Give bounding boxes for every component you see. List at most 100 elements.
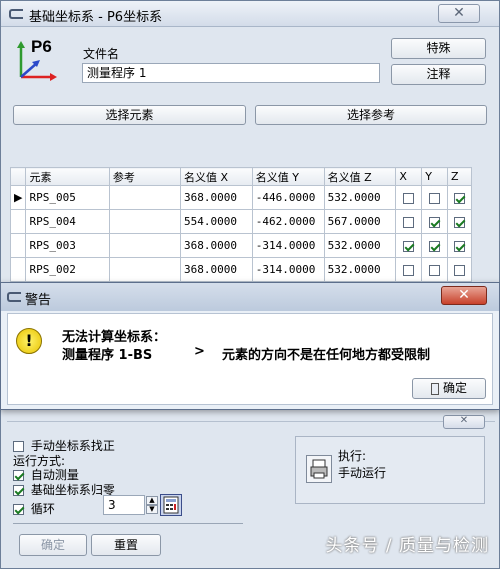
row-marker bbox=[9, 209, 27, 234]
dialog-close-button[interactable]: ✕ bbox=[441, 286, 487, 305]
nominal-y-cell[interactable]: -314.0000 bbox=[251, 233, 325, 258]
dialog-ok-label: 确定 bbox=[442, 381, 467, 395]
dialog-title: 警告 bbox=[25, 293, 52, 308]
stepper-down-icon[interactable]: ▼ bbox=[146, 505, 158, 514]
file-label: 文件名 bbox=[83, 47, 120, 61]
divider bbox=[13, 523, 243, 524]
nominal-z-cell[interactable]: 532.0000 bbox=[323, 257, 397, 282]
zero-base-checkbox[interactable] bbox=[13, 485, 24, 496]
dialog-body: ! 无法计算坐标系： 测量程序 1-BS > 元素的方向不是在任何地方都受限制 … bbox=[7, 313, 493, 405]
dialog-window-icon bbox=[7, 292, 21, 302]
zero-base-option[interactable]: 基础坐标系归零 bbox=[13, 481, 115, 498]
loop-checkbox[interactable] bbox=[13, 504, 24, 515]
close-button[interactable]: ✕ bbox=[438, 4, 480, 23]
z-checkbox[interactable] bbox=[454, 264, 466, 276]
nominal-y-cell[interactable]: -314.0000 bbox=[251, 257, 325, 282]
warning-icon: ! bbox=[16, 328, 42, 354]
row-marker bbox=[9, 257, 27, 282]
x-checkbox[interactable] bbox=[403, 264, 415, 276]
elements-table: 元素 参考 名义值 X 名义值 Y 名义值 Z X Y Z ▶ RPS_005 … bbox=[9, 167, 472, 282]
calculator-icon bbox=[163, 496, 179, 514]
reference-cell[interactable] bbox=[108, 185, 182, 210]
loop-option[interactable]: 循环 bbox=[13, 500, 55, 517]
calculator-icon-button[interactable] bbox=[160, 494, 182, 516]
ok-button-disabled[interactable]: 确定 bbox=[19, 534, 87, 556]
printer-icon bbox=[310, 459, 328, 479]
divider bbox=[7, 421, 495, 422]
dialog-message-line1: 无法计算坐标系： bbox=[62, 330, 167, 345]
column-header-nominal-y[interactable]: 名义值 Y bbox=[251, 167, 325, 186]
table-header-row: 元素 参考 名义值 X 名义值 Y 名义值 Z X Y Z bbox=[9, 167, 472, 186]
y-checkbox[interactable] bbox=[429, 192, 441, 204]
auto-measure-label: 自动测量 bbox=[30, 468, 79, 482]
dialog-message-arrow: > bbox=[194, 344, 205, 359]
z-checkbox[interactable] bbox=[454, 240, 466, 252]
window-title: 基础坐标系 - P6坐标系 bbox=[29, 10, 163, 25]
warning-dialog: 警告 ✕ ! 无法计算坐标系： 测量程序 1-BS > 元素的方向不是在任何地方… bbox=[0, 282, 500, 410]
x-checkbox[interactable] bbox=[403, 240, 415, 252]
reset-button[interactable]: 重置 bbox=[91, 534, 161, 556]
logo-text: P6 bbox=[31, 37, 52, 56]
dialog-ok-button[interactable]: 确定 bbox=[412, 378, 486, 399]
comment-button[interactable]: 注释 bbox=[391, 64, 486, 85]
execute-panel: 执行: 手动运行 bbox=[295, 436, 485, 504]
window-icon bbox=[9, 9, 23, 19]
nominal-z-cell[interactable]: 532.0000 bbox=[323, 185, 397, 210]
y-checkbox[interactable] bbox=[429, 240, 441, 252]
reference-cell[interactable] bbox=[108, 257, 182, 282]
nominal-y-cell[interactable]: -462.0000 bbox=[251, 209, 325, 234]
column-header-element[interactable]: 元素 bbox=[25, 167, 110, 186]
x-checkbox[interactable] bbox=[403, 192, 415, 204]
nominal-z-cell[interactable]: 567.0000 bbox=[323, 209, 397, 234]
y-checkbox[interactable] bbox=[429, 216, 441, 228]
element-cell[interactable]: RPS_003 bbox=[25, 233, 110, 258]
table-row[interactable]: RPS_003 368.0000 -314.0000 532.0000 bbox=[9, 233, 472, 258]
nominal-y-cell[interactable]: -446.0000 bbox=[251, 185, 325, 210]
loop-count-input[interactable]: 3 bbox=[103, 495, 145, 515]
current-row-marker: ▶ bbox=[9, 185, 27, 210]
column-header-y[interactable]: Y bbox=[421, 167, 449, 186]
x-checkbox[interactable] bbox=[403, 216, 415, 228]
title-bar: 基础坐标系 - P6坐标系 ✕ bbox=[1, 1, 499, 27]
table-row[interactable]: ▶ RPS_005 368.0000 -446.0000 532.0000 bbox=[9, 185, 472, 210]
table-row[interactable]: RPS_004 554.0000 -462.0000 567.0000 bbox=[9, 209, 472, 234]
manual-align-checkbox[interactable] bbox=[13, 441, 24, 452]
nominal-x-cell[interactable]: 368.0000 bbox=[180, 233, 253, 258]
reference-cell[interactable] bbox=[108, 209, 182, 234]
auto-measure-checkbox[interactable] bbox=[13, 470, 24, 481]
panel-close-button[interactable]: ✕ bbox=[443, 415, 485, 429]
table-row[interactable]: RPS_002 368.0000 -314.0000 532.0000 bbox=[9, 257, 472, 282]
column-header-reference[interactable]: 参考 bbox=[108, 167, 182, 186]
loop-count-stepper[interactable]: ▲ ▼ bbox=[146, 496, 158, 514]
select-elements-button[interactable]: 选择元素 bbox=[13, 105, 246, 125]
z-checkbox[interactable] bbox=[454, 216, 466, 228]
loop-label: 循环 bbox=[30, 502, 55, 516]
y-checkbox[interactable] bbox=[429, 264, 441, 276]
dialog-message-source: 测量程序 1-BS bbox=[62, 348, 153, 363]
element-cell[interactable]: RPS_004 bbox=[25, 209, 110, 234]
row-marker bbox=[9, 233, 27, 258]
nominal-x-cell[interactable]: 368.0000 bbox=[180, 185, 253, 210]
z-checkbox[interactable] bbox=[454, 192, 466, 204]
element-cell[interactable]: RPS_005 bbox=[25, 185, 110, 210]
manual-align-label: 手动坐标系找正 bbox=[30, 439, 115, 453]
column-header-z[interactable]: Z bbox=[447, 167, 472, 186]
special-button[interactable]: 特殊 bbox=[391, 38, 486, 59]
column-header-x[interactable]: X bbox=[395, 167, 423, 186]
execute-label: 执行: bbox=[338, 449, 367, 463]
reference-cell[interactable] bbox=[108, 233, 182, 258]
p6-logo: P6 bbox=[13, 37, 63, 83]
nominal-z-cell[interactable]: 532.0000 bbox=[323, 233, 397, 258]
column-header-nominal-x[interactable]: 名义值 X bbox=[180, 167, 253, 186]
stepper-up-icon[interactable]: ▲ bbox=[146, 496, 158, 505]
row-marker-header bbox=[9, 167, 27, 186]
select-reference-button[interactable]: 选择参考 bbox=[255, 105, 487, 125]
column-header-nominal-z[interactable]: 名义值 Z bbox=[323, 167, 397, 186]
file-name-input[interactable]: 测量程序 1 bbox=[82, 63, 380, 83]
nominal-x-cell[interactable]: 554.0000 bbox=[180, 209, 253, 234]
element-cell[interactable]: RPS_002 bbox=[25, 257, 110, 282]
nominal-x-cell[interactable]: 368.0000 bbox=[180, 257, 253, 282]
ok-button-icon bbox=[430, 382, 439, 395]
dialog-message-text: 元素的方向不是在任何地方都受限制 bbox=[222, 348, 431, 363]
execute-button[interactable] bbox=[306, 455, 332, 483]
